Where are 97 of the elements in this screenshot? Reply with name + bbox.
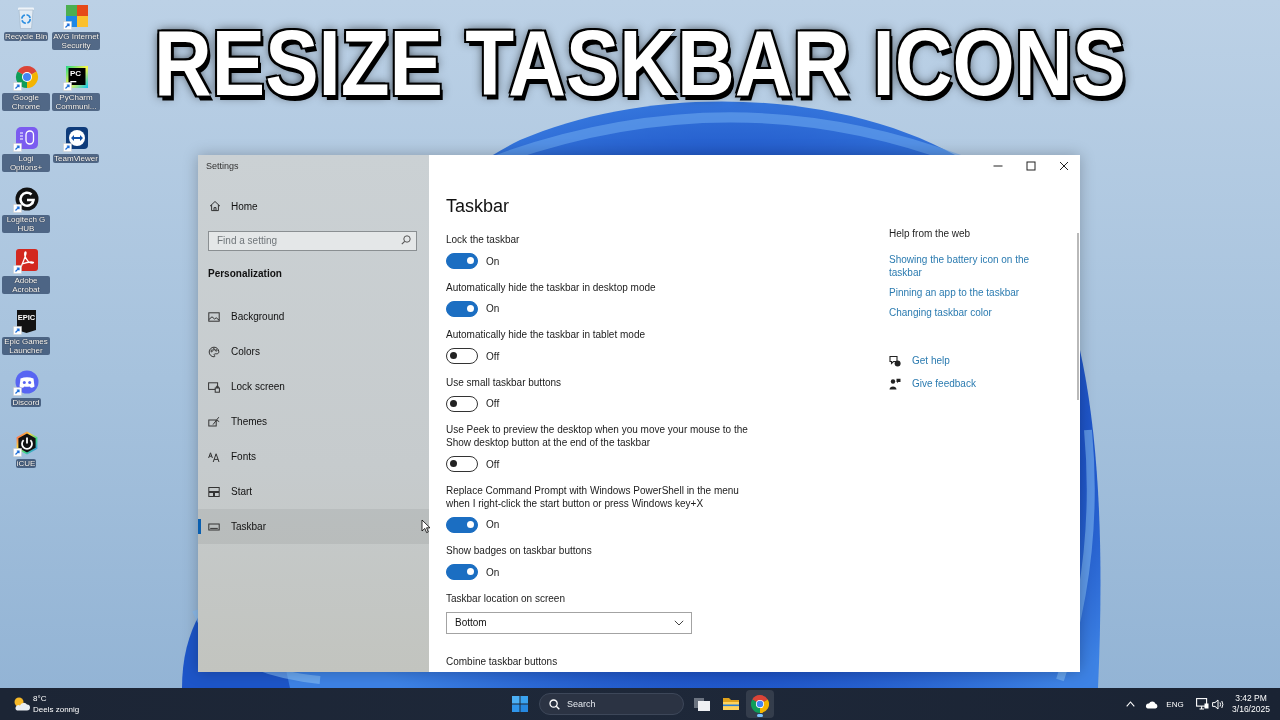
toggle-switch[interactable] <box>446 516 478 533</box>
toggle-state-text: On <box>486 255 500 267</box>
setting-label: Use small taskbar buttons <box>446 375 562 389</box>
toggle-state-text: On <box>486 303 500 314</box>
help-heading: Help from the web <box>889 227 971 240</box>
page-title: Taskbar <box>446 195 510 218</box>
shortcut-label[interactable]: Discord <box>11 398 41 407</box>
toggle-switch[interactable] <box>446 253 478 269</box>
shortcut-label[interactable]: PyCharm Communi... <box>52 93 100 111</box>
home-icon <box>209 200 221 212</box>
setting-label: Replace Command Prompt with Windows PowerShell in the menu when I right-click the start button or press Windows key+X <box>446 483 740 510</box>
taskbar-icon <box>208 520 220 533</box>
setting-label: Show badges on taskbar buttons <box>446 544 592 557</box>
logi-options-logo-icon[interactable] <box>13 126 39 152</box>
taskbar-app-button[interactable] <box>746 690 774 718</box>
chrome-logo-icon <box>751 695 769 713</box>
shortcut-label[interactable]: TeamViewer <box>53 154 99 163</box>
palette-icon <box>208 345 220 358</box>
nav-item[interactable]: Fonts <box>198 439 429 474</box>
search-icon <box>401 235 411 245</box>
chevron-up-icon <box>1125 701 1135 707</box>
toggle-switch[interactable] <box>446 456 478 472</box>
lock-screen-icon <box>208 380 220 393</box>
scrollbar[interactable] <box>1077 233 1079 400</box>
icue-logo-icon[interactable] <box>13 431 39 457</box>
help-link[interactable]: Showing the battery icon on the taskbar <box>889 253 1039 279</box>
help-link[interactable]: Pinning an app to the taskbar <box>889 286 1020 299</box>
nav-item[interactable]: Themes <box>198 404 429 439</box>
chrome-logo-icon[interactable] <box>13 65 39 91</box>
picture-icon <box>208 310 220 323</box>
search-icon <box>549 698 560 710</box>
teamviewer-logo-icon[interactable] <box>63 126 89 152</box>
weather-widget[interactable]: 8°C Deels zonnig <box>12 693 80 715</box>
themes-icon <box>208 415 220 428</box>
help-link[interactable]: Changing taskbar color <box>889 306 992 319</box>
setting-label: Automatically hide the taskbar in tablet mode <box>446 328 645 341</box>
folder-icon <box>722 695 740 713</box>
monitor-icon <box>1195 698 1209 710</box>
toggle-state-text: Off <box>486 458 500 470</box>
shortcut-label[interactable]: Adobe Acrobat <box>2 276 50 294</box>
feedback-person-icon <box>889 377 901 390</box>
search-field[interactable]: Find a setting <box>208 230 417 251</box>
font-icon <box>208 450 220 463</box>
section-heading: Personalization <box>208 267 282 281</box>
toggle-switch[interactable] <box>446 564 478 580</box>
task-view-icon <box>693 695 711 713</box>
windows-logo-icon <box>512 696 528 712</box>
active-indicator <box>757 714 763 717</box>
setting-label: Combine taskbar buttons <box>446 654 558 668</box>
shortcut-label[interactable]: Google Chrome <box>2 93 50 111</box>
nav-item[interactable]: Colors <box>198 334 429 369</box>
shortcut-label[interactable]: Epic Games Launcher <box>2 337 50 355</box>
headline-text: RESIZE TASKBAR ICONS <box>154 18 1126 110</box>
dropdown[interactable]: Bottom <box>446 611 692 634</box>
speaker-icon <box>1211 698 1225 710</box>
clock[interactable]: 3:42 PM 3/16/2025 <box>1226 690 1276 718</box>
support-link[interactable]: Give feedback <box>889 377 976 390</box>
setting-label: Use Peek to preview the desktop when you move your mouse to the Show desktop button at the end of the taskbar <box>446 423 749 449</box>
selection-indicator <box>198 519 201 534</box>
close-icon <box>1058 161 1069 171</box>
help-bubble-icon <box>889 354 901 367</box>
nav-item[interactable]: Background <box>198 299 429 334</box>
toggle-state-text: Off <box>486 350 500 362</box>
support-link[interactable]: Get help <box>889 354 950 367</box>
shortcut-label[interactable]: Logi Options+ <box>2 154 50 172</box>
nav-item[interactable]: Start <box>198 474 429 509</box>
shortcut-label[interactable]: AVG Internet Security <box>52 32 100 50</box>
toggle-switch[interactable] <box>446 348 478 364</box>
mouse-pointer-icon <box>421 519 431 534</box>
chevron-down-icon <box>674 619 684 626</box>
g-hub-logo-icon[interactable] <box>13 187 39 213</box>
toggle-switch[interactable] <box>446 300 478 317</box>
weather-icon <box>12 696 30 712</box>
toggle-state-text: Off <box>486 398 500 409</box>
setting-label: Automatically hide the taskbar in desktop mode <box>446 280 656 294</box>
search-box[interactable]: Search <box>539 693 684 715</box>
shortcut-label[interactable]: Logitech G HUB <box>2 215 50 233</box>
maximize-icon <box>1025 161 1036 171</box>
nav-item[interactable]: Lock screen <box>198 369 429 404</box>
nav-item[interactable]: Taskbar <box>198 509 429 544</box>
shortcut-label[interactable]: iCUE <box>15 459 37 468</box>
pycharm-logo-icon[interactable]: PC <box>63 65 89 91</box>
start-tiles-icon <box>208 485 220 498</box>
setting-label: Taskbar location on screen <box>446 591 565 605</box>
window-title: Settings <box>205 160 239 173</box>
toggle-state-text: On <box>486 566 500 578</box>
discord-logo-icon[interactable] <box>13 370 39 396</box>
language-indicator[interactable]: ENG <box>1162 690 1188 718</box>
cloud-icon <box>1144 699 1158 709</box>
setting-label: Lock the taskbar <box>446 233 520 246</box>
home-link[interactable]: Home <box>198 191 258 221</box>
acrobat-logo-icon[interactable] <box>13 248 39 274</box>
shortcut-label[interactable]: Recycle Bin <box>3 32 49 41</box>
avg-logo-icon[interactable] <box>63 4 89 30</box>
toggle-switch[interactable] <box>446 395 478 412</box>
toggle-state-text: On <box>486 519 500 530</box>
logo-text: PC <box>70 69 82 78</box>
